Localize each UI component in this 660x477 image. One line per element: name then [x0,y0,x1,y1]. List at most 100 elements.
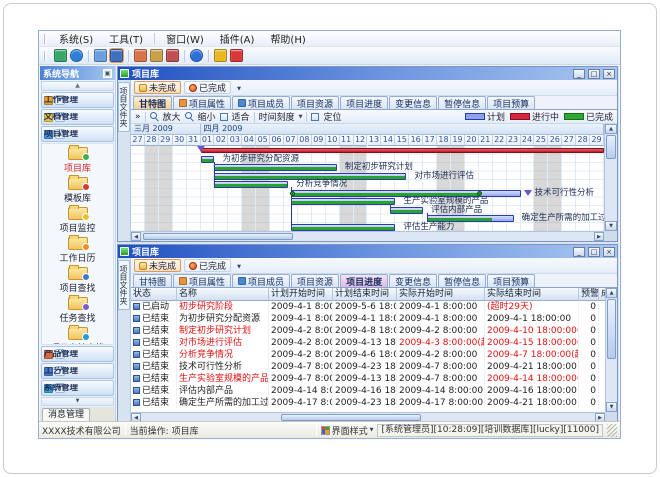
scroll-up-button[interactable]: ▲ [605,124,617,134]
sidebar-group-系统管理[interactable]: 系统管理▼ [41,380,114,396]
gantt-bar-确定生产所需的加工过程[interactable] [427,215,513,222]
scrollbar-thumb[interactable] [606,135,616,159]
more-options-button[interactable]: ▼ [234,260,244,272]
gantt-bar-评估生产能力[interactable] [291,224,395,231]
tab-项目属性[interactable]: 项目属性 [173,96,231,109]
tab-变更信息[interactable]: 变更信息 [389,96,437,109]
filter-已完成-button[interactable]: 已完成 [184,81,231,94]
table-row[interactable]: 已结束为初步研究分配资源2009-4-1 8:00:002009-4-1 18:… [131,313,605,325]
restore-button[interactable]: □ [588,247,600,257]
sidebar-group-文档管理[interactable]: 文档管理▼ [41,109,114,125]
gantt-horizontal-scrollbar[interactable]: ◀ ▶ [131,231,604,241]
sidebar-group-项目管理[interactable]: 项目管理▲ [41,126,114,142]
locate-button[interactable]: 定位 [323,110,341,123]
minimize-button[interactable]: _ [573,69,585,79]
gantt-bar-评估内部产品[interactable] [390,207,423,214]
sidebar-more-button[interactable]: ▼ [41,397,114,406]
scrollbar-thumb[interactable] [143,233,293,240]
minimize-button[interactable]: _ [573,247,585,257]
menu-item-窗口(W)[interactable]: 窗口(W) [158,30,212,47]
tab-message-management[interactable]: 消息管理 [42,408,90,421]
filter-未完成-button[interactable]: 未完成 [134,259,181,272]
scroll-down-button[interactable]: ▼ [606,402,617,412]
gantt-bar-制定初步研究计划[interactable] [214,164,336,171]
tab-暂停信息[interactable]: 暂停信息 [438,96,486,109]
column-header-名称[interactable]: 名称 [177,288,269,301]
tab-变更信息[interactable]: 变更信息 [389,274,437,287]
report-new-icon[interactable] [134,49,147,62]
report-delete-icon[interactable] [166,49,179,62]
tab-项目进度[interactable]: 项目进度 [340,96,388,109]
sync-icon[interactable] [54,49,67,62]
tab-项目预算[interactable]: 项目预算 [487,274,535,287]
table-row[interactable]: 已结束技术可行性分析2009-4-7 8:00:002009-4-23 18:0… [131,361,605,373]
scroll-right-button[interactable]: ▶ [595,413,605,421]
gantt-bar-分析竞争情况[interactable] [214,181,288,188]
tab-甘特图[interactable]: 甘特图 [133,96,172,109]
sidebar-group-产品管理[interactable]: 产品管理▼ [41,346,114,362]
table-vertical-scrollbar[interactable]: ▲ ▼ [605,288,617,412]
tab-project-folder[interactable]: 项目文件夹 [118,82,130,132]
column-header-实际结束时间[interactable]: 实际结束时间 [485,288,579,301]
zoom-in-button[interactable]: 放大 [163,110,181,123]
column-header-计划结束时间[interactable]: 计划结束时间 [333,288,397,301]
sidebar-item-project-monitor[interactable]: 项目监控 [42,207,113,234]
table-row[interactable]: 已启动初步研究阶段2009-4-1 8:00:002009-5-6 18:00:… [131,301,605,313]
column-header-实际开始时间[interactable]: 实际开始时间 [397,288,485,301]
menu-item-工具(T)[interactable]: 工具(T) [101,30,151,47]
scroll-left-button[interactable]: ◀ [131,413,141,421]
globe-icon[interactable] [70,49,83,62]
pin-icon[interactable]: ▣ [103,69,112,78]
sidebar-item-work-calendar[interactable]: 工作日历 [42,237,113,264]
filter-未完成-button[interactable]: 未完成 [134,81,181,94]
table-row[interactable]: 已结束对市场进行评估2009-4-2 8:00:002009-4-13 18:0… [131,337,605,349]
scrollbar-thumb[interactable] [281,414,421,421]
column-header-预警[interactable]: 预警 [579,288,599,301]
close-button[interactable]: × [603,69,615,79]
help-icon[interactable] [190,49,203,62]
tab-项目进度[interactable]: 项目进度 [340,274,388,287]
table-row[interactable]: 已结束确定生产所需的加工过程2009-4-17 8:00:002009-4-23… [131,397,605,409]
folder-icon[interactable] [94,49,107,62]
table-row[interactable]: 已结束分析竞争情况2009-4-2 8:00:002009-4-6 18:00:… [131,349,605,361]
resize-grip[interactable] [607,424,617,437]
window-title-bar[interactable]: 项目库 _ □ × [118,67,617,80]
tab-项目成员[interactable]: 项目成员 [232,96,290,109]
sidebar-item-task-search[interactable]: 任务查找 [42,297,113,324]
chevron-down-icon[interactable]: ▼ [299,114,303,120]
ui-style-button[interactable]: 界面样式 ▼ [321,424,374,437]
scrollbar-thumb[interactable] [607,299,616,359]
fit-button[interactable]: 适合 [232,110,250,123]
tab-项目资源[interactable]: 项目资源 [291,96,339,109]
filter-已完成-button[interactable]: 已完成 [184,259,231,272]
table-row[interactable]: 已结束制定初步研究计划2009-4-2 8:00:002009-4-8 18:0… [131,325,605,337]
tab-甘特图[interactable]: 甘特图 [133,274,172,287]
scroll-left-button[interactable]: ◀ [131,232,141,241]
close-button[interactable]: × [603,247,615,257]
scroll-up-button[interactable]: ▲ [606,288,617,298]
sidebar-item-template-library[interactable]: 模板库 [42,177,113,204]
timescale-button[interactable]: 时间刻度 [259,110,295,123]
table-row[interactable]: 已结束生产实验室规模的产品2009-4-7 8:00:002009-4-13 1… [131,373,605,385]
save-icon[interactable] [110,49,123,62]
tab-项目资源[interactable]: 项目资源 [291,274,339,287]
menu-item-帮助(H)[interactable]: 帮助(H) [262,30,313,47]
sidebar-item-project-library[interactable]: 项目库 [42,147,113,174]
table-horizontal-scrollbar[interactable]: ◀ ▶ [131,412,605,421]
window-title-bar[interactable]: 项目库 _ □ × [118,245,617,258]
column-header-计划开始时间[interactable]: 计划开始时间 [269,288,333,301]
table-row[interactable]: 已结束评估内部产品2009-4-14 8:00:002009-4-16 18:0… [131,385,605,397]
toolbar-overflow-button[interactable]: » [135,112,141,122]
lock-icon[interactable] [214,49,227,62]
sidebar-item-project-search[interactable]: 项目查找 [42,267,113,294]
scroll-down-button[interactable]: ▼ [605,221,617,231]
column-header-状态[interactable]: 状态 [131,288,177,301]
sidebar-group-工作管理[interactable]: 工作管理▼ [41,92,114,108]
restore-button[interactable]: □ [588,69,600,79]
tab-项目预算[interactable]: 项目预算 [487,96,535,109]
gantt-bar-生产实验室规模的产品[interactable] [291,198,395,205]
gantt-bar-初步研究阶段[interactable] [201,148,604,153]
stop-icon[interactable] [230,49,243,62]
sidebar-item-project-doc-search[interactable]: 项目文档查找 [42,327,113,345]
tab-project-folder[interactable]: 项目文件夹 [118,260,130,310]
